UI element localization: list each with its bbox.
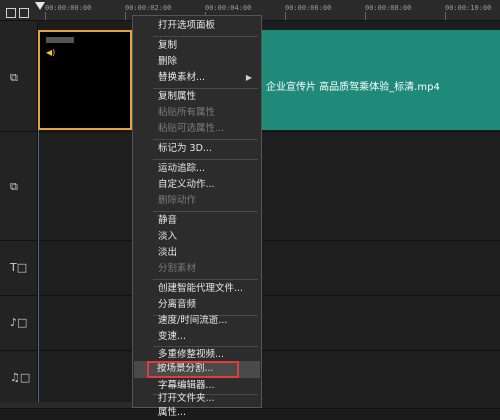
menu-item-custom-motion[interactable]: 自定义动作... [134,177,260,193]
ruler-time-1: 00:00:02:00 [125,4,172,12]
menu-item-fade-in[interactable]: 淡入 [134,229,260,245]
menu-item-split-clip[interactable]: 分割素材 [134,261,260,277]
timeline-view-toggle[interactable] [6,3,36,18]
menu-item-replace-label: 替换素材... [158,72,206,83]
menu-item-split-audio[interactable]: 分离音频 [134,297,260,313]
menu-item-delete-motion[interactable]: 删除动作 [134,193,260,209]
music-track-header[interactable]: ♫□ [0,351,38,409]
menu-item-fade-out[interactable]: 淡出 [134,245,260,261]
menu-item-paste-all-attributes[interactable]: 粘贴所有属性 [134,105,260,121]
menu-item-open-folder[interactable]: 打开文件夹... [134,392,260,406]
menu-item-copy[interactable]: 复制 [134,38,260,54]
thumbnail-logo [46,37,74,43]
ruler-time-2: 00:00:04:00 [205,4,252,12]
ruler-tick [445,12,446,20]
menu-item-mute[interactable]: 静音 [134,213,260,229]
ruler-time-4: 00:00:08:00 [365,4,412,12]
ruler-tick [365,12,366,20]
playhead-handle[interactable] [35,2,45,10]
menu-separator [153,279,258,280]
submenu-arrow-icon: ▶ [245,73,252,82]
ruler-time-0: 00:00:00:00 [45,4,92,12]
title-track-header[interactable]: T□ [0,241,38,296]
menu-separator [153,139,258,140]
menu-item-replace[interactable]: 替换素材... ▶ [134,70,260,86]
clip-title: 企业宣传片 高品质驾乘体验_标清.mp4 [266,82,440,93]
music-track-row[interactable] [38,351,500,409]
music-track-icon[interactable]: ♫□ [10,371,30,385]
menu-item-motion-tracking[interactable]: 运动追踪... [134,161,260,177]
title-track-icon[interactable]: T□ [10,261,30,275]
menu-separator [153,36,258,37]
ruler-tick [285,12,286,20]
video-clip[interactable]: 企业宣传片 高品质驾乘体验_标清.mp4 [262,30,500,130]
ruler-tick [45,12,46,20]
ruler-tick [125,12,126,20]
menu-item-delete[interactable]: 删除 [134,54,260,70]
title-track-row[interactable] [38,241,500,296]
track-start-line [38,130,39,408]
video-track-header[interactable]: ⧉ [0,21,38,132]
menu-item-mark-3d[interactable]: 标记为 3D... [134,141,260,157]
menu-separator [153,159,258,160]
menu-item-open-options[interactable]: 打开选项面板 [134,18,260,34]
overlay-track-header[interactable]: ⧉ [0,132,38,241]
timeline-view-icon[interactable] [19,8,29,18]
ruler-time-5: 00:00:10:00 [445,4,492,12]
video-track-icon[interactable]: ⧉ [10,71,30,85]
storyboard-view-icon[interactable] [6,8,16,18]
voice-track-row[interactable] [38,296,500,351]
voice-track-header[interactable]: ♪□ [0,296,38,351]
menu-item-speed-time-lapse[interactable]: 速度/时间流逝... [134,313,260,329]
bottom-scrollbar[interactable] [0,402,132,408]
voice-track-icon[interactable]: ♪□ [10,316,30,330]
menu-item-paste-selectable-attributes[interactable]: 粘贴可选属性... [134,121,260,137]
menu-item-copy-attributes[interactable]: 复制属性 [134,89,260,105]
audio-icon: ◀) [46,48,56,57]
overlay-track-row[interactable] [38,132,500,241]
menu-item-variable-speed[interactable]: 变速... [134,329,260,345]
menu-item-properties[interactable]: 属性... [134,406,260,420]
menu-item-create-smart-proxy[interactable]: 创建智能代理文件... [134,281,260,297]
ruler-time-3: 00:00:06:00 [285,4,332,12]
menu-item-split-by-scene[interactable]: 按场景分割... [147,361,239,378]
overlay-track-icon[interactable]: ⧉ [10,180,30,194]
video-clip-thumbnail[interactable]: ◀) [38,30,132,130]
menu-separator [153,211,258,212]
clip-context-menu[interactable]: 打开选项面板 复制 删除 替换素材... ▶ 复制属性 粘贴所有属性 粘贴可选属… [132,15,262,418]
